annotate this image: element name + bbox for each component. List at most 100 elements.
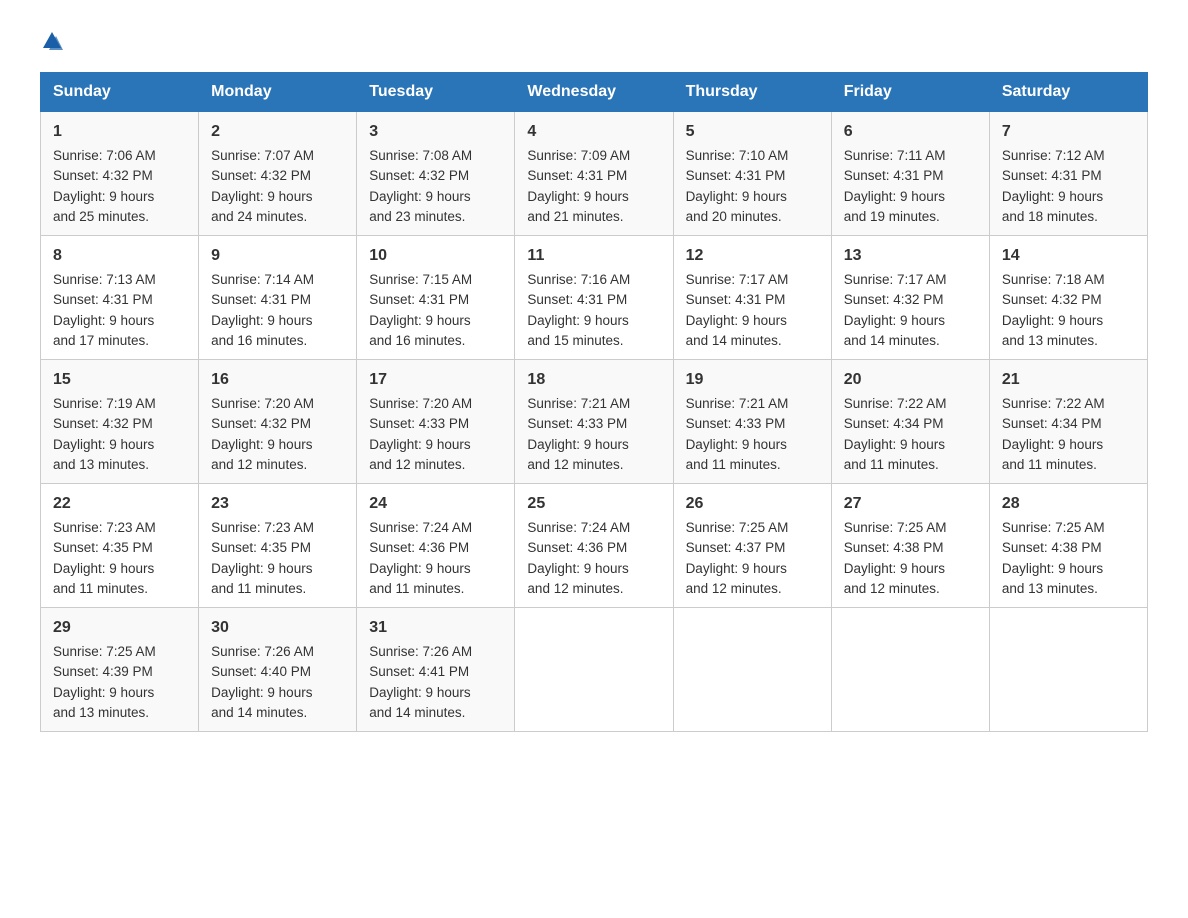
daylight-info: Daylight: 9 hours	[369, 685, 470, 700]
daylight-minutes: and 11 minutes.	[369, 581, 464, 596]
sunset-info: Sunset: 4:33 PM	[527, 416, 627, 431]
sunrise-info: Sunrise: 7:09 AM	[527, 148, 630, 163]
calendar-cell: 11Sunrise: 7:16 AMSunset: 4:31 PMDayligh…	[515, 236, 673, 360]
daylight-minutes: and 23 minutes.	[369, 209, 465, 224]
daylight-info: Daylight: 9 hours	[844, 313, 945, 328]
daylight-minutes: and 13 minutes.	[1002, 581, 1098, 596]
daylight-minutes: and 16 minutes.	[211, 333, 307, 348]
day-number: 20	[844, 368, 977, 392]
daylight-minutes: and 14 minutes.	[686, 333, 782, 348]
day-number: 22	[53, 492, 186, 516]
daylight-info: Daylight: 9 hours	[844, 437, 945, 452]
day-number: 15	[53, 368, 186, 392]
daylight-info: Daylight: 9 hours	[527, 313, 628, 328]
day-number: 30	[211, 616, 344, 640]
daylight-info: Daylight: 9 hours	[211, 561, 312, 576]
calendar-cell: 24Sunrise: 7:24 AMSunset: 4:36 PMDayligh…	[357, 484, 515, 608]
calendar-cell: 3Sunrise: 7:08 AMSunset: 4:32 PMDaylight…	[357, 112, 515, 236]
calendar-cell: 19Sunrise: 7:21 AMSunset: 4:33 PMDayligh…	[673, 360, 831, 484]
sunset-info: Sunset: 4:40 PM	[211, 664, 311, 679]
daylight-info: Daylight: 9 hours	[527, 437, 628, 452]
sunset-info: Sunset: 4:36 PM	[527, 540, 627, 555]
daylight-info: Daylight: 9 hours	[1002, 437, 1103, 452]
daylight-minutes: and 12 minutes.	[844, 581, 940, 596]
sunset-info: Sunset: 4:38 PM	[1002, 540, 1102, 555]
calendar-cell: 22Sunrise: 7:23 AMSunset: 4:35 PMDayligh…	[41, 484, 199, 608]
sunset-info: Sunset: 4:31 PM	[527, 168, 627, 183]
calendar-cell: 13Sunrise: 7:17 AMSunset: 4:32 PMDayligh…	[831, 236, 989, 360]
sunrise-info: Sunrise: 7:22 AM	[844, 396, 947, 411]
calendar-cell: 31Sunrise: 7:26 AMSunset: 4:41 PMDayligh…	[357, 608, 515, 732]
sunset-info: Sunset: 4:36 PM	[369, 540, 469, 555]
calendar-cell: 4Sunrise: 7:09 AMSunset: 4:31 PMDaylight…	[515, 112, 673, 236]
daylight-minutes: and 12 minutes.	[686, 581, 782, 596]
calendar-cell: 5Sunrise: 7:10 AMSunset: 4:31 PMDaylight…	[673, 112, 831, 236]
calendar-cell	[673, 608, 831, 732]
sunset-info: Sunset: 4:31 PM	[686, 292, 786, 307]
daylight-minutes: and 13 minutes.	[53, 705, 149, 720]
daylight-info: Daylight: 9 hours	[686, 189, 787, 204]
calendar-cell: 9Sunrise: 7:14 AMSunset: 4:31 PMDaylight…	[199, 236, 357, 360]
sunset-info: Sunset: 4:32 PM	[211, 168, 311, 183]
calendar-cell: 27Sunrise: 7:25 AMSunset: 4:38 PMDayligh…	[831, 484, 989, 608]
sunrise-info: Sunrise: 7:14 AM	[211, 272, 314, 287]
sunrise-info: Sunrise: 7:24 AM	[369, 520, 472, 535]
calendar-cell: 14Sunrise: 7:18 AMSunset: 4:32 PMDayligh…	[989, 236, 1147, 360]
sunrise-info: Sunrise: 7:13 AM	[53, 272, 156, 287]
calendar-cell	[831, 608, 989, 732]
calendar-cell: 26Sunrise: 7:25 AMSunset: 4:37 PMDayligh…	[673, 484, 831, 608]
daylight-info: Daylight: 9 hours	[1002, 189, 1103, 204]
sunrise-info: Sunrise: 7:25 AM	[1002, 520, 1105, 535]
daylight-minutes: and 11 minutes.	[844, 457, 939, 472]
day-number: 12	[686, 244, 819, 268]
daylight-minutes: and 20 minutes.	[686, 209, 782, 224]
daylight-info: Daylight: 9 hours	[211, 189, 312, 204]
day-number: 5	[686, 120, 819, 144]
calendar-cell: 7Sunrise: 7:12 AMSunset: 4:31 PMDaylight…	[989, 112, 1147, 236]
day-number: 21	[1002, 368, 1135, 392]
daylight-minutes: and 14 minutes.	[211, 705, 307, 720]
sunrise-info: Sunrise: 7:26 AM	[369, 644, 472, 659]
daylight-info: Daylight: 9 hours	[369, 437, 470, 452]
calendar-cell: 30Sunrise: 7:26 AMSunset: 4:40 PMDayligh…	[199, 608, 357, 732]
calendar-cell: 28Sunrise: 7:25 AMSunset: 4:38 PMDayligh…	[989, 484, 1147, 608]
calendar-cell: 20Sunrise: 7:22 AMSunset: 4:34 PMDayligh…	[831, 360, 989, 484]
daylight-minutes: and 12 minutes.	[527, 457, 623, 472]
day-number: 7	[1002, 120, 1135, 144]
calendar-cell: 16Sunrise: 7:20 AMSunset: 4:32 PMDayligh…	[199, 360, 357, 484]
day-number: 2	[211, 120, 344, 144]
calendar-table: SundayMondayTuesdayWednesdayThursdayFrid…	[40, 72, 1148, 732]
day-number: 10	[369, 244, 502, 268]
daylight-info: Daylight: 9 hours	[844, 189, 945, 204]
sunset-info: Sunset: 4:32 PM	[1002, 292, 1102, 307]
sunrise-info: Sunrise: 7:07 AM	[211, 148, 314, 163]
daylight-minutes: and 16 minutes.	[369, 333, 465, 348]
day-number: 16	[211, 368, 344, 392]
day-number: 11	[527, 244, 660, 268]
sunrise-info: Sunrise: 7:12 AM	[1002, 148, 1105, 163]
sunset-info: Sunset: 4:32 PM	[844, 292, 944, 307]
daylight-minutes: and 11 minutes.	[1002, 457, 1097, 472]
calendar-cell: 15Sunrise: 7:19 AMSunset: 4:32 PMDayligh…	[41, 360, 199, 484]
calendar-week-row: 8Sunrise: 7:13 AMSunset: 4:31 PMDaylight…	[41, 236, 1148, 360]
sunrise-info: Sunrise: 7:25 AM	[686, 520, 789, 535]
sunset-info: Sunset: 4:34 PM	[1002, 416, 1102, 431]
column-header-sunday: Sunday	[41, 73, 199, 112]
sunrise-info: Sunrise: 7:22 AM	[1002, 396, 1105, 411]
daylight-minutes: and 19 minutes.	[844, 209, 940, 224]
daylight-minutes: and 18 minutes.	[1002, 209, 1098, 224]
daylight-minutes: and 12 minutes.	[527, 581, 623, 596]
daylight-minutes: and 13 minutes.	[1002, 333, 1098, 348]
daylight-minutes: and 12 minutes.	[369, 457, 465, 472]
calendar-cell: 10Sunrise: 7:15 AMSunset: 4:31 PMDayligh…	[357, 236, 515, 360]
column-header-monday: Monday	[199, 73, 357, 112]
calendar-cell: 12Sunrise: 7:17 AMSunset: 4:31 PMDayligh…	[673, 236, 831, 360]
sunset-info: Sunset: 4:31 PM	[211, 292, 311, 307]
daylight-info: Daylight: 9 hours	[211, 313, 312, 328]
daylight-minutes: and 12 minutes.	[211, 457, 307, 472]
daylight-minutes: and 14 minutes.	[369, 705, 465, 720]
daylight-info: Daylight: 9 hours	[686, 437, 787, 452]
calendar-header-row: SundayMondayTuesdayWednesdayThursdayFrid…	[41, 73, 1148, 112]
sunset-info: Sunset: 4:35 PM	[211, 540, 311, 555]
sunset-info: Sunset: 4:31 PM	[844, 168, 944, 183]
